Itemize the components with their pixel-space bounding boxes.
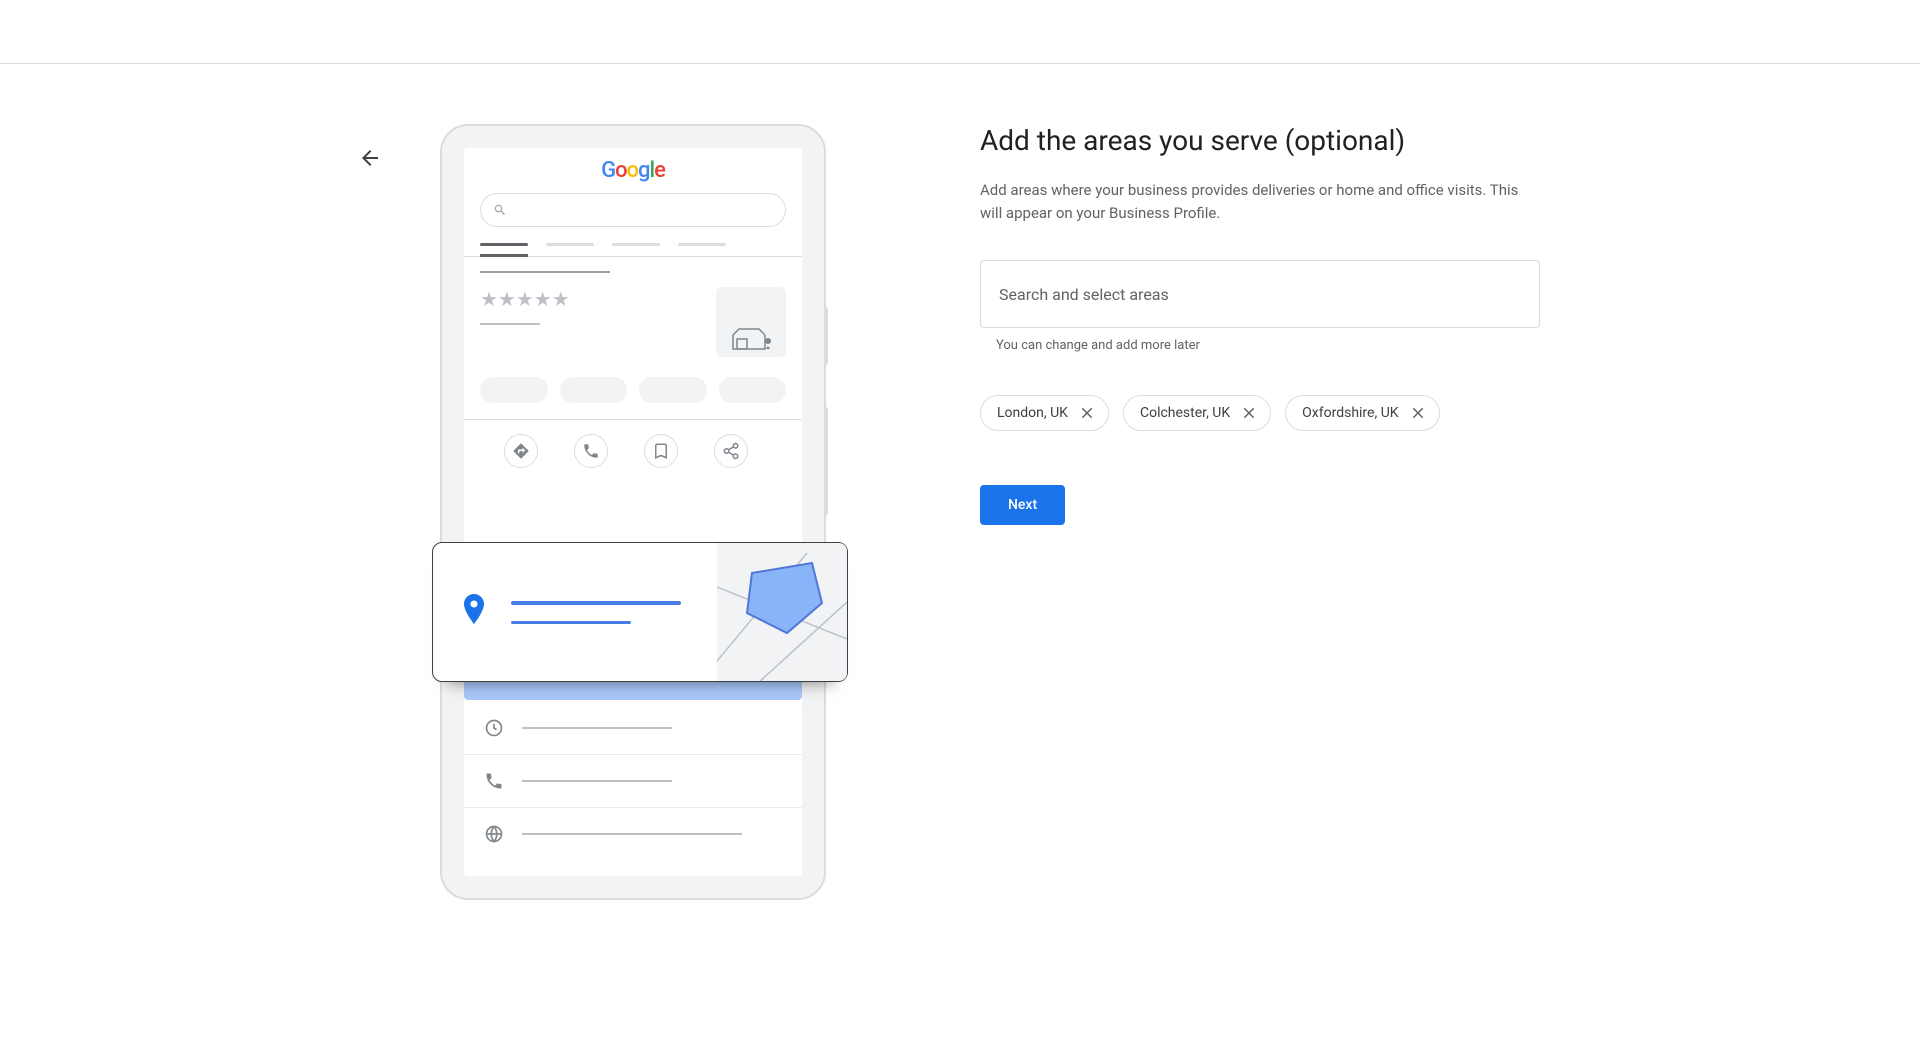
area-chip[interactable]: London, UK bbox=[980, 395, 1109, 431]
left-column: Google ★★★★★ bbox=[360, 124, 840, 900]
phone-search-bar bbox=[480, 193, 786, 227]
right-column: Add the areas you serve (optional) Add a… bbox=[980, 124, 1540, 900]
top-bar bbox=[0, 0, 1920, 64]
globe-icon bbox=[484, 824, 504, 844]
arrow-back-icon bbox=[358, 146, 382, 170]
back-button[interactable] bbox=[350, 138, 390, 178]
next-button[interactable]: Next bbox=[980, 485, 1065, 525]
chip-label: Colchester, UK bbox=[1140, 405, 1230, 421]
page-heading: Add the areas you serve (optional) bbox=[980, 124, 1540, 157]
directions-icon bbox=[504, 434, 538, 468]
highlight-bar bbox=[464, 682, 802, 700]
remove-chip-button[interactable] bbox=[1240, 404, 1258, 422]
phone-actions bbox=[464, 419, 802, 484]
phone-pills bbox=[464, 357, 802, 419]
business-thumbnail-icon bbox=[716, 287, 786, 357]
chip-label: London, UK bbox=[997, 405, 1068, 421]
close-icon bbox=[1409, 404, 1427, 422]
location-pin-icon bbox=[461, 594, 487, 630]
area-chip[interactable]: Oxfordshire, UK bbox=[1285, 395, 1439, 431]
area-search-input[interactable] bbox=[980, 260, 1540, 328]
remove-chip-button[interactable] bbox=[1078, 404, 1096, 422]
search-icon bbox=[493, 203, 507, 217]
selected-areas-chips: London, UK Colchester, UK Oxfordshire, U… bbox=[980, 395, 1540, 431]
map-thumbnail bbox=[717, 543, 847, 681]
clock-icon bbox=[484, 718, 504, 738]
phone-illustration: Google ★★★★★ bbox=[440, 124, 826, 900]
page-description: Add areas where your business provides d… bbox=[980, 179, 1540, 224]
share-icon bbox=[714, 434, 748, 468]
google-logo: Google bbox=[601, 158, 665, 183]
call-icon bbox=[574, 434, 608, 468]
rating-stars-icon: ★★★★★ bbox=[480, 287, 570, 311]
area-chip[interactable]: Colchester, UK bbox=[1123, 395, 1271, 431]
chip-label: Oxfordshire, UK bbox=[1302, 405, 1398, 421]
phone-tabs bbox=[464, 243, 802, 257]
service-area-card bbox=[432, 542, 848, 682]
search-helper-text: You can change and add more later bbox=[996, 338, 1540, 353]
close-icon bbox=[1078, 404, 1096, 422]
phone-icon bbox=[484, 771, 504, 791]
save-icon bbox=[644, 434, 678, 468]
remove-chip-button[interactable] bbox=[1409, 404, 1427, 422]
phone-info-list bbox=[464, 702, 802, 860]
close-icon bbox=[1240, 404, 1258, 422]
